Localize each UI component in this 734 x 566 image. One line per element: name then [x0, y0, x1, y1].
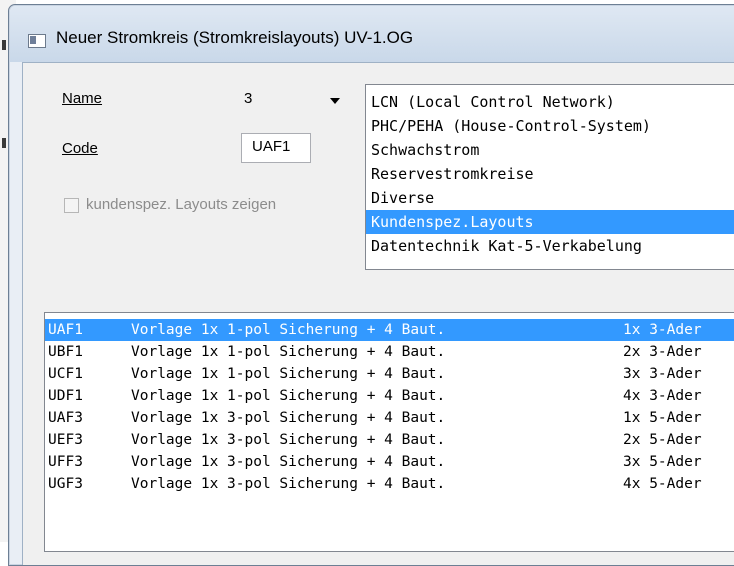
category-item[interactable]: LCN (Local Control Network) — [366, 90, 734, 114]
name-combobox[interactable]: 3 — [236, 87, 348, 113]
layout-wire-count: 2x 5-Ader — [623, 432, 702, 448]
layout-description: Vorlage 1x 3-pol Sicherung + 4 Baut. — [131, 476, 446, 492]
layout-wire-count: 1x 3-Ader — [623, 322, 702, 338]
category-item[interactable]: Reservestromkreise — [366, 162, 734, 186]
layout-wire-count: 3x 5-Ader — [623, 454, 702, 470]
custom-layouts-checkbox[interactable] — [64, 198, 79, 213]
layout-code: UFF3 — [48, 454, 83, 470]
layout-row-selected[interactable]: UAF1 Vorlage 1x 1-pol Sicherung + 4 Baut… — [45, 319, 734, 341]
layout-row[interactable]: UAF3 Vorlage 1x 3-pol Sicherung + 4 Baut… — [45, 407, 734, 429]
layout-wire-count: 4x 5-Ader — [623, 476, 702, 492]
background-glyph — [2, 40, 6, 50]
name-combobox-value: 3 — [244, 90, 253, 107]
layout-description: Vorlage 1x 3-pol Sicherung + 4 Baut. — [131, 432, 446, 448]
category-listbox[interactable]: LCN (Local Control Network) PHC/PEHA (Ho… — [365, 84, 734, 270]
chevron-down-icon[interactable] — [330, 98, 340, 104]
code-input-value: UAF1 — [252, 138, 291, 155]
layout-description: Vorlage 1x 1-pol Sicherung + 4 Baut. — [131, 388, 446, 404]
layout-wire-count: 3x 3-Ader — [623, 366, 702, 382]
layout-code: UCF1 — [48, 366, 83, 382]
layout-description: Vorlage 1x 1-pol Sicherung + 4 Baut. — [131, 344, 446, 360]
name-label: Name — [62, 90, 102, 107]
layout-row[interactable]: UGF3 Vorlage 1x 3-pol Sicherung + 4 Baut… — [45, 473, 734, 495]
layout-description: Vorlage 1x 1-pol Sicherung + 4 Baut. — [131, 322, 446, 338]
code-label-text: Code — [62, 140, 98, 157]
background-glyph — [2, 138, 6, 148]
name-label-text: Name — [62, 90, 103, 107]
window-title: Neuer Stromkreis (Stromkreislayouts) UV-… — [56, 28, 414, 47]
layout-code: UAF3 — [48, 410, 83, 426]
layout-wire-count: 1x 5-Ader — [623, 410, 702, 426]
layout-description: Vorlage 1x 3-pol Sicherung + 4 Baut. — [131, 454, 446, 470]
layout-wire-count: 4x 3-Ader — [623, 388, 702, 404]
category-item[interactable]: Diverse — [366, 186, 734, 210]
category-item-selected[interactable]: Kundenspez.Layouts — [366, 210, 734, 234]
category-item[interactable]: Datentechnik Kat-5-Verkabelung — [366, 234, 734, 258]
layout-row[interactable]: UBF1 Vorlage 1x 1-pol Sicherung + 4 Baut… — [45, 341, 734, 363]
layout-row[interactable]: UEF3 Vorlage 1x 3-pol Sicherung + 4 Baut… — [45, 429, 734, 451]
layout-description: Vorlage 1x 3-pol Sicherung + 4 Baut. — [131, 410, 446, 426]
layout-code: UGF3 — [48, 476, 83, 492]
layout-code: UDF1 — [48, 388, 83, 404]
layout-row[interactable]: UDF1 Vorlage 1x 1-pol Sicherung + 4 Baut… — [45, 385, 734, 407]
layout-row[interactable]: UFF3 Vorlage 1x 3-pol Sicherung + 4 Baut… — [45, 451, 734, 473]
layout-wire-count: 2x 3-Ader — [623, 344, 702, 360]
code-input[interactable]: UAF1 — [241, 133, 311, 163]
layout-description: Vorlage 1x 1-pol Sicherung + 4 Baut. — [131, 366, 446, 382]
window-icon[interactable] — [28, 34, 46, 48]
category-item[interactable]: PHC/PEHA (House-Control-System) — [366, 114, 734, 138]
category-item[interactable]: Schwachstrom — [366, 138, 734, 162]
layout-row[interactable]: UCF1 Vorlage 1x 1-pol Sicherung + 4 Baut… — [45, 363, 734, 385]
custom-layouts-checkbox-label[interactable]: kundenspez. Layouts zeigen — [86, 196, 276, 213]
code-label: Code — [62, 140, 98, 157]
layout-code: UBF1 — [48, 344, 83, 360]
title-bar[interactable]: Neuer Stromkreis (Stromkreislayouts) UV-… — [10, 6, 734, 62]
layout-listbox[interactable]: UAF1 Vorlage 1x 1-pol Sicherung + 4 Baut… — [44, 312, 734, 552]
layout-code: UEF3 — [48, 432, 83, 448]
layout-code: UAF1 — [48, 322, 83, 338]
